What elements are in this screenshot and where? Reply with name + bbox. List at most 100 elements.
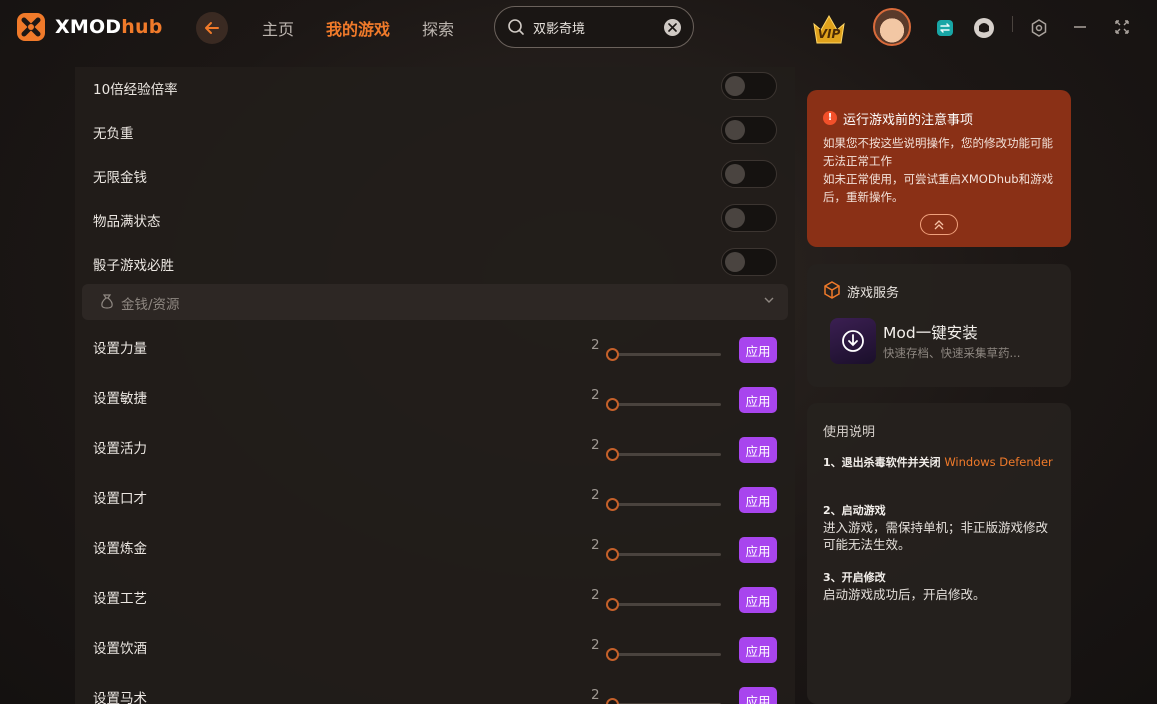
mod-options-panel: 10倍经验倍率 无负重 无限金钱 物品满状态 骰子游戏必胜 金钱/资源 设置力量… (75, 67, 795, 704)
toggle-switch[interactable] (721, 72, 777, 100)
top-bar: XMODhub 主页 我的游戏 探索 VIP (0, 0, 1157, 56)
toggle-row: 物品满状态 (75, 199, 795, 243)
slider-value: 2 (591, 487, 600, 503)
toggle-row: 骰子游戏必胜 (75, 243, 795, 287)
section-money-resources[interactable]: 金钱/资源 (82, 284, 788, 320)
mod-install-button[interactable] (830, 318, 876, 364)
slider-track[interactable] (609, 603, 721, 606)
nav-my-games[interactable]: 我的游戏 (326, 16, 390, 40)
slider-thumb[interactable] (606, 648, 619, 661)
toggle-row: 10倍经验倍率 (75, 67, 795, 111)
toggle-label: 物品满状态 (93, 214, 161, 230)
slider-value: 2 (591, 687, 600, 703)
sync-icon (937, 20, 953, 36)
slider-track[interactable] (609, 553, 721, 556)
apply-button[interactable]: 应用 (739, 637, 777, 663)
app-logo[interactable]: XMODhub (15, 11, 163, 43)
slider-thumb[interactable] (606, 698, 619, 704)
toolbar-divider (1012, 16, 1013, 32)
chat-support-icon (974, 18, 994, 38)
guide-title: 使用说明 (823, 425, 876, 440)
usage-guide-card: 使用说明 1、退出杀毒软件并关闭 Windows Defender 2、启动游戏… (807, 403, 1071, 704)
game-service-card: 游戏服务 Mod一键安装 快速存档、快速采集草药... (807, 264, 1071, 387)
service-box-icon (824, 281, 840, 299)
apply-button[interactable]: 应用 (739, 587, 777, 613)
slider-row: 设置炼金 2 应用 (75, 537, 795, 585)
slider-thumb[interactable] (606, 348, 619, 361)
toggle-switch[interactable] (721, 160, 777, 188)
slider-label: 设置敏捷 (93, 391, 147, 407)
slider-track[interactable] (609, 403, 721, 406)
toggle-label: 无负重 (93, 126, 134, 142)
mod-install-title[interactable]: Mod一键安装 (883, 321, 978, 343)
vip-badge[interactable]: VIP (810, 10, 848, 46)
slider-row: 设置马术 2 应用 (75, 687, 795, 704)
nav-explore[interactable]: 探索 (422, 16, 454, 40)
slider-value: 2 (591, 587, 600, 603)
slider-track[interactable] (609, 503, 721, 506)
slider-row: 设置口才 2 应用 (75, 487, 795, 535)
slider-track[interactable] (609, 653, 721, 656)
settings-button[interactable] (1030, 19, 1048, 37)
apply-button[interactable]: 应用 (739, 687, 777, 704)
slider-thumb[interactable] (606, 598, 619, 611)
toggle-switch[interactable] (721, 116, 777, 144)
search-icon (508, 19, 524, 35)
apply-button[interactable]: 应用 (739, 437, 777, 463)
clear-search-button[interactable] (664, 19, 681, 36)
user-avatar[interactable] (873, 8, 911, 46)
search-box (494, 6, 694, 48)
maximize-button[interactable] (1114, 19, 1130, 35)
slider-label: 设置力量 (93, 341, 147, 357)
slider-row: 设置敏捷 2 应用 (75, 387, 795, 435)
gear-icon (1031, 19, 1047, 37)
toggle-knob (725, 164, 745, 184)
toggle-knob (725, 252, 745, 272)
slider-label: 设置口才 (93, 491, 147, 507)
app-name: XMODhub (55, 16, 163, 38)
support-button[interactable] (973, 17, 995, 39)
mod-install-subtitle: 快速存档、快速采集草药... (883, 346, 1021, 360)
apply-button[interactable]: 应用 (739, 387, 777, 413)
toggle-switch[interactable] (721, 204, 777, 232)
apply-button[interactable]: 应用 (739, 337, 777, 363)
slider-row: 设置活力 2 应用 (75, 437, 795, 485)
chevron-down-icon (764, 297, 774, 303)
slider-row: 设置工艺 2 应用 (75, 587, 795, 635)
guide-step-2: 2、启动游戏 进入游戏，需保持单机；非正版游戏修改可能无法生效。 (823, 504, 1049, 552)
toggle-knob (725, 76, 745, 96)
slider-track[interactable] (609, 453, 721, 456)
xmod-logo-icon (17, 13, 45, 41)
toggle-label: 无限金钱 (93, 170, 147, 186)
minimize-icon (1074, 26, 1086, 28)
sync-button[interactable] (936, 19, 954, 37)
slider-row: 设置力量 2 应用 (75, 337, 795, 385)
notice-line: 如未正常使用，可尝试重启XMODhub和游戏后，重新操作。 (823, 172, 1054, 204)
slider-thumb[interactable] (606, 448, 619, 461)
slider-track[interactable] (609, 353, 721, 356)
expand-icon (1115, 20, 1129, 34)
notice-body: 如果您不按这些说明操作，您的修改功能可能无法正常工作 如未正常使用，可尝试重启X… (823, 134, 1059, 206)
slider-value: 2 (591, 637, 600, 653)
slider-value: 2 (591, 387, 600, 403)
apply-button[interactable]: 应用 (739, 487, 777, 513)
windows-defender-highlight: Windows Defender (944, 455, 1053, 469)
notice-card: ! 运行游戏前的注意事项 如果您不按这些说明操作，您的修改功能可能无法正常工作 … (807, 90, 1071, 247)
chevron-double-up-icon (934, 219, 944, 229)
slider-label: 设置活力 (93, 441, 147, 457)
slider-label: 设置炼金 (93, 541, 147, 557)
toggle-switch[interactable] (721, 248, 777, 276)
slider-thumb[interactable] (606, 498, 619, 511)
slider-row: 设置饮酒 2 应用 (75, 637, 795, 685)
slider-thumb[interactable] (606, 548, 619, 561)
search-input[interactable] (533, 19, 653, 35)
arrow-left-icon (205, 22, 219, 34)
back-button[interactable] (196, 12, 228, 44)
apply-button[interactable]: 应用 (739, 537, 777, 563)
nav-home[interactable]: 主页 (262, 16, 294, 40)
collapse-button[interactable] (920, 214, 958, 235)
minimize-button[interactable] (1072, 19, 1088, 35)
slider-thumb[interactable] (606, 398, 619, 411)
service-title: 游戏服务 (847, 286, 900, 301)
warning-icon: ! (823, 111, 837, 125)
